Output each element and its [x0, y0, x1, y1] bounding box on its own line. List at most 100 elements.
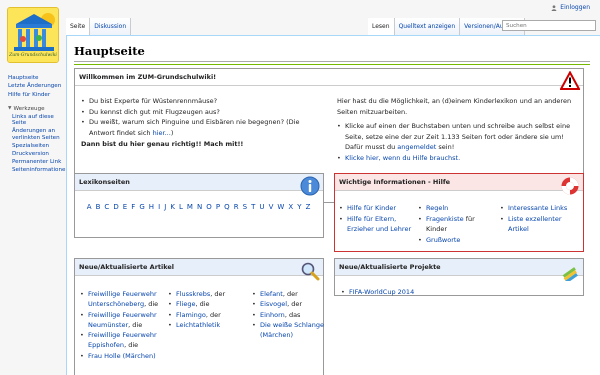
letter-link-p[interactable]: P — [216, 203, 221, 211]
personal-tools: Einloggen — [551, 4, 590, 11]
letter-link-w[interactable]: W — [277, 203, 285, 211]
welcome-heading: Willkommen im ZUM-Grundschulwiki! — [75, 69, 583, 86]
article-suffix: , das — [284, 310, 301, 319]
article-link[interactable]: Flusskrebs — [176, 290, 210, 298]
letter-link-g[interactable]: G — [139, 203, 145, 211]
tab-lesen[interactable]: Lesen — [368, 18, 395, 35]
article-link[interactable]: Einhorn — [260, 311, 285, 319]
letter-link-d[interactable]: D — [113, 203, 119, 211]
projects-box: Neue/Aktualisierte Projekte FIFA-WorldCu… — [334, 258, 584, 296]
article-suffix: , der — [282, 290, 298, 298]
letter-link-e[interactable]: E — [123, 203, 128, 211]
login-link[interactable]: Einloggen — [560, 4, 590, 11]
title-divider — [74, 61, 590, 62]
new-articles-columns: Freiwillige Feuerwehr Unterschöneberg, d… — [80, 289, 332, 361]
articles-col: Elefant, derEisvogel, derEinhorn, dasDie… — [252, 289, 332, 361]
tab-seite[interactable]: Seite — [66, 18, 91, 35]
article-link[interactable]: Freiwillige Feuerwehr Eppishofen — [88, 331, 157, 349]
letter-link-o[interactable]: O — [206, 203, 212, 211]
sidebar-item-verlinkte-aenderungen[interactable]: Änderungen an verlinkten Seiten — [12, 128, 66, 141]
letter-link-u[interactable]: U — [259, 203, 265, 211]
info-link[interactable]: Liste exzellenter Artikel — [508, 215, 562, 234]
info-link[interactable]: Regeln — [426, 204, 448, 212]
sidebar-item-links-auf-diese-seite[interactable]: Links auf diese Seite — [12, 114, 66, 127]
lexikon-box: Lexikonseiten A B C D E F G H I J K L M … — [74, 173, 324, 238]
intro-text: Hier hast du die Möglichkeit, an (d)eine… — [337, 97, 572, 116]
letter-link-x[interactable]: X — [288, 203, 294, 211]
letter-link-b[interactable]: B — [96, 203, 102, 211]
letter-link-f[interactable]: F — [131, 203, 136, 211]
info-link[interactable]: Hilfe für Eltern, Erzieher und Lehrer — [347, 215, 411, 234]
article-item: Eisvogel, der — [252, 299, 332, 310]
info-link[interactable]: Hilfe für Kinder — [347, 204, 396, 212]
info-link[interactable]: Interessante Links — [508, 204, 567, 212]
letter-link-s[interactable]: S — [243, 203, 248, 211]
article-item: Flusskrebs, der — [168, 289, 248, 300]
article-link[interactable]: Flamingo — [176, 311, 206, 319]
tab-diskussion[interactable]: Diskussion — [90, 18, 132, 35]
article-item: Leichtathletik — [168, 320, 248, 331]
letter-link-r[interactable]: R — [234, 203, 240, 211]
letter-link-c[interactable]: C — [104, 203, 110, 211]
letter-link-k[interactable]: K — [170, 203, 176, 211]
sidebar: Hauptseite Letzte Änderungen Hilfe für K… — [8, 74, 69, 175]
article-link[interactable]: Frau Holle (Märchen) — [88, 352, 156, 360]
info-link[interactable]: Grußworte — [426, 236, 460, 244]
welcome-conclusion: Dann bist du hier genau richtig!! Mach m… — [81, 140, 244, 148]
letter-link-t[interactable]: T — [251, 203, 256, 211]
sidebar-item-druckversion[interactable]: Druckversion — [12, 151, 66, 158]
sidebar-item-letzte-aenderungen[interactable]: Letzte Änderungen — [8, 82, 66, 90]
article-item: Fliege, die — [168, 299, 248, 310]
article-link[interactable]: Elefant — [260, 290, 283, 298]
article-suffix: , die — [124, 341, 139, 350]
sidebar-item-hilfe-kinder[interactable]: Hilfe für Kinder — [8, 91, 66, 99]
sidebar-item-spezialseiten[interactable]: Spezialseiten — [12, 143, 66, 150]
intro-bullet: Klicke auf einen der Buchstaben unten un… — [337, 121, 577, 153]
projects-heading: Neue/Aktualisierte Projekte — [335, 259, 583, 276]
article-suffix: , der — [210, 290, 226, 298]
letter-link-z[interactable]: Z — [306, 203, 312, 211]
article-link[interactable]: Eisvogel — [260, 300, 287, 308]
article-item: Die weiße Schlange (Märchen) — [252, 320, 332, 341]
new-articles-heading: Neue/Aktualisierte Artikel — [75, 259, 323, 276]
article-link[interactable]: Leichtathletik — [176, 321, 220, 329]
magnifier-icon — [301, 262, 320, 281]
answer-link[interactable]: hier... — [153, 129, 171, 137]
article-suffix: , die — [195, 300, 210, 309]
accent-divider — [74, 64, 590, 65]
article-link[interactable]: Die weiße Schlange (Märchen) — [260, 321, 324, 339]
article-item: Frau Holle (Märchen) — [80, 351, 164, 362]
tools-heading[interactable]: ▼ Werkzeuge — [8, 105, 66, 113]
lexikon-heading: Lexikonseiten — [75, 174, 323, 191]
help-link[interactable]: Klicke hier, wenn du Hilfe brauchst. — [345, 154, 460, 162]
article-item: Einhorn, das — [252, 310, 332, 321]
letter-link-y[interactable]: Y — [297, 203, 302, 211]
site-logo[interactable]: Zum-Grundschulwiki — [7, 7, 59, 63]
letter-link-j[interactable]: J — [164, 203, 167, 211]
letter-link-q[interactable]: Q — [224, 203, 230, 211]
info-link[interactable]: Fragenkiste — [426, 215, 464, 223]
tab-quelltext[interactable]: Quelltext anzeigen — [394, 18, 461, 35]
project-link[interactable]: FIFA-WorldCup 2014 — [349, 288, 414, 296]
letter-link-n[interactable]: N — [197, 203, 203, 211]
sidebar-item-seiteninformationen[interactable]: Seiteninformationen — [12, 167, 69, 174]
letter-link-m[interactable]: M — [187, 203, 194, 211]
angemeldet-link[interactable]: angemeldet — [397, 143, 436, 151]
article-suffix: , der — [205, 310, 221, 319]
sidebar-item-permanenter-link[interactable]: Permanenter Link — [12, 159, 66, 166]
article-link[interactable]: Fliege — [176, 300, 195, 308]
letter-link-h[interactable]: H — [149, 203, 155, 211]
article-item: Freiwillige Feuerwehr Unterschöneberg, d… — [80, 289, 164, 310]
search-input[interactable] — [502, 20, 596, 31]
article-link[interactable]: Freiwillige Feuerwehr Neumünster — [88, 311, 157, 329]
lifebuoy-icon — [561, 177, 579, 195]
letter-link-v[interactable]: V — [269, 203, 275, 211]
warning-icon — [560, 71, 580, 90]
letter-link-l[interactable]: L — [179, 203, 184, 211]
sidebar-item-hauptseite[interactable]: Hauptseite — [8, 74, 66, 82]
page-title: Hauptseite — [74, 44, 145, 58]
letter-link-a[interactable]: A — [87, 203, 93, 211]
letter-link-i[interactable]: I — [158, 203, 161, 211]
tools-list: Links auf diese Seite Änderungen an verl… — [12, 114, 69, 174]
info-columns: Hilfe für Kinder Hilfe für Eltern, Erzie… — [339, 203, 582, 245]
